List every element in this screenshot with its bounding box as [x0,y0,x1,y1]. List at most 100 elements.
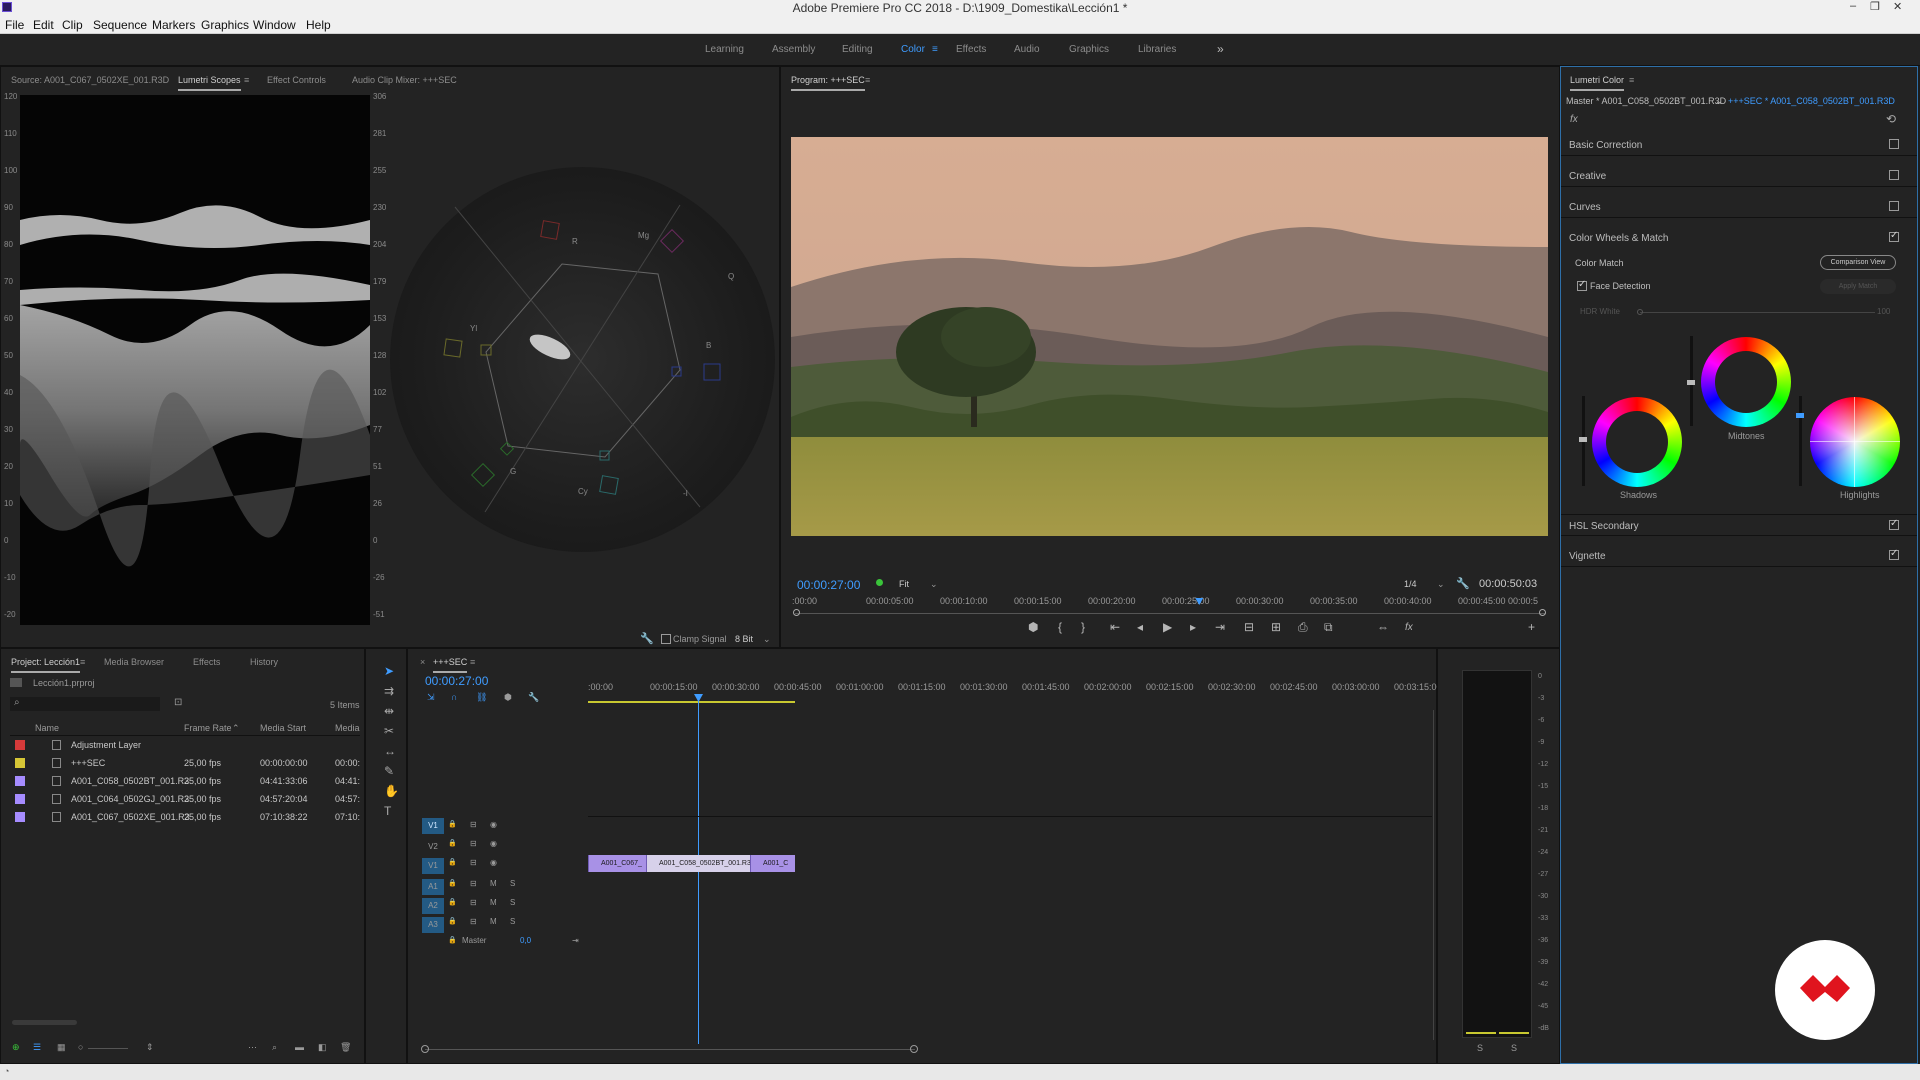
menu-graphics[interactable]: Graphics [201,18,249,32]
hsl-secondary-checkbox[interactable] [1889,518,1899,530]
track-target-button[interactable]: A1 [422,879,444,895]
master-lock-icon[interactable]: 🔒 [448,936,457,944]
mark-in-icon[interactable]: { [1058,620,1062,634]
color-wheels-checkbox[interactable] [1889,230,1899,242]
section-curves[interactable]: Curves [1561,196,1917,218]
selection-tool-icon[interactable]: ➤ [384,664,394,678]
extract-icon[interactable]: ⊞ [1271,620,1281,634]
eye-icon[interactable]: ◉ [490,858,497,867]
label-color-swatch[interactable] [15,794,25,804]
fit-select[interactable]: Fit [899,579,909,589]
solo-button[interactable]: S [510,917,515,926]
go-to-end-icon[interactable]: ⇥ [572,936,579,945]
master-clip-label[interactable]: Master * A001_C058_0502BT_001.R3D [1566,96,1726,106]
tab-effects[interactable]: Effects [193,657,220,667]
close-sequence-icon[interactable]: × [420,657,425,667]
clamp-signal-checkbox[interactable] [661,634,671,644]
comparison-view-icon[interactable]: ⧉ [1324,620,1333,635]
track-target-button[interactable]: V2 [422,839,444,855]
timeline-ruler[interactable]: :00:00 00:00:15:00 00:00:30:00 00:00:45:00 0… [588,682,1442,696]
highlights-slider-handle[interactable] [1796,413,1804,418]
settings-wrench-icon[interactable]: 🔧 [1456,577,1470,590]
menu-clip[interactable]: Clip [62,18,83,32]
lumetri-scopes-menu-icon[interactable]: ≡ [244,75,249,85]
restore-icon[interactable]: ❐ [1870,0,1880,13]
shadows-wheel[interactable] [1592,397,1682,487]
workspace-audio[interactable]: Audio [1014,44,1040,55]
pen-tool-icon[interactable]: ✎ [384,764,394,778]
work-area-bar[interactable] [588,701,795,703]
project-scrollbar[interactable] [12,1020,77,1025]
sync-lock-icon[interactable]: ⊟ [470,839,477,848]
midtones-slider-handle[interactable] [1687,380,1695,385]
add-marker-timeline-icon[interactable]: ⬢ [504,692,512,703]
lumetri-menu-icon[interactable]: ≡ [1629,75,1634,85]
button-editor-icon[interactable]: + [1528,620,1535,634]
timeline-settings-icon[interactable]: 🔧 [528,692,539,703]
timeline-hscroll[interactable] [425,1049,915,1050]
lock-icon[interactable]: ⊕ [12,1042,20,1053]
menu-markers[interactable]: Markers [152,18,195,32]
lift-icon[interactable]: ⊟ [1244,620,1254,634]
track-header[interactable]: A2 🔒 ⊟ M S [420,895,588,914]
tab-project[interactable]: Project: Lección1 [11,657,81,673]
highlights-slider[interactable] [1799,396,1802,486]
track-select-tool-icon[interactable]: ⇉ [384,684,394,698]
timeline-clip[interactable]: A001_C058_0502BT_001.R3 [646,855,750,872]
column-media[interactable]: Media [335,723,360,733]
eye-icon[interactable]: ◉ [490,839,497,848]
reset-icon[interactable]: ⟲ [1886,112,1896,126]
project-menu-icon[interactable]: ≡ [80,657,85,667]
project-search-input[interactable] [10,697,160,711]
tab-media-browser[interactable]: Media Browser [104,657,164,667]
lock-track-icon[interactable]: 🔒 [448,879,457,887]
timeline-clip[interactable]: A001_C067_ [588,855,646,872]
highlights-wheel[interactable] [1810,397,1900,487]
sequence-menu-icon[interactable]: ≡ [470,657,475,667]
resolution-select[interactable]: 1/4 [1404,579,1417,589]
lock-track-icon[interactable]: 🔒 [448,858,457,866]
sync-lock-icon[interactable]: ⊟ [470,820,477,829]
new-bin-from-search-icon[interactable]: ⊡ [174,697,182,708]
label-color-swatch[interactable] [15,758,25,768]
apply-match-button[interactable]: Apply Match [1820,279,1896,294]
timeline-clip[interactable]: A001_C [750,855,795,872]
fit-chevron-icon[interactable]: ⌄ [930,579,938,590]
midtones-wheel[interactable] [1701,337,1791,427]
workspace-graphics[interactable]: Graphics [1069,44,1109,55]
lock-track-icon[interactable]: 🔒 [448,898,457,906]
label-color-swatch[interactable] [15,776,25,786]
list-view-icon[interactable]: ☰ [33,1042,41,1053]
hscroll-start-handle[interactable] [421,1045,429,1053]
more-workspaces-icon[interactable]: » [1217,42,1224,56]
mute-button[interactable]: M [490,898,497,907]
section-color-wheels-match[interactable]: Color Wheels & Match [1561,227,1917,249]
lock-track-icon[interactable]: 🔒 [448,917,457,925]
minimize-icon[interactable]: – [1850,0,1856,12]
workspace-effects[interactable]: Effects [956,44,986,55]
sort-icons-icon[interactable]: ⇕ [146,1042,154,1053]
hdr-white-slider-handle[interactable] [1637,309,1643,315]
program-timecode[interactable]: 00:00:27:00 [797,578,860,592]
hdr-white-slider[interactable] [1640,312,1875,313]
razor-tool-icon[interactable]: ✂ [384,724,394,738]
timeline-timecode[interactable]: 00:00:27:00 [425,674,488,688]
program-ruler[interactable]: :00:00 00:00:05:00 00:00:10:00 00:00:15:00 0… [792,596,1548,610]
ripple-edit-tool-icon[interactable]: ⇹ [384,704,394,718]
track-header[interactable]: V1 🔒 ⊟ ◉ [420,855,588,874]
tab-history[interactable]: History [250,657,278,667]
workspace-assembly[interactable]: Assembly [772,44,815,55]
chevron-down-icon[interactable]: ⌄ [763,634,771,645]
export-frame-icon[interactable]: ⎙ [1298,620,1308,635]
label-color-swatch[interactable] [15,812,25,822]
column-frame-rate[interactable]: Frame Rate [184,723,232,733]
eye-icon[interactable]: ◉ [490,820,497,829]
program-scrub-bar[interactable] [795,613,1545,614]
tab-lumetri-scopes[interactable]: Lumetri Scopes [178,75,241,91]
automate-icon[interactable]: ⋯ [248,1042,257,1053]
close-icon[interactable]: ✕ [1893,0,1902,13]
section-basic-correction[interactable]: Basic Correction [1561,134,1917,156]
sync-lock-icon[interactable]: ⊟ [470,879,477,888]
hscroll-end-handle[interactable] [910,1045,918,1053]
list-item[interactable]: A001_C064_0502GJ_001.R3 25,00 fps 04:57:20… [10,791,360,809]
